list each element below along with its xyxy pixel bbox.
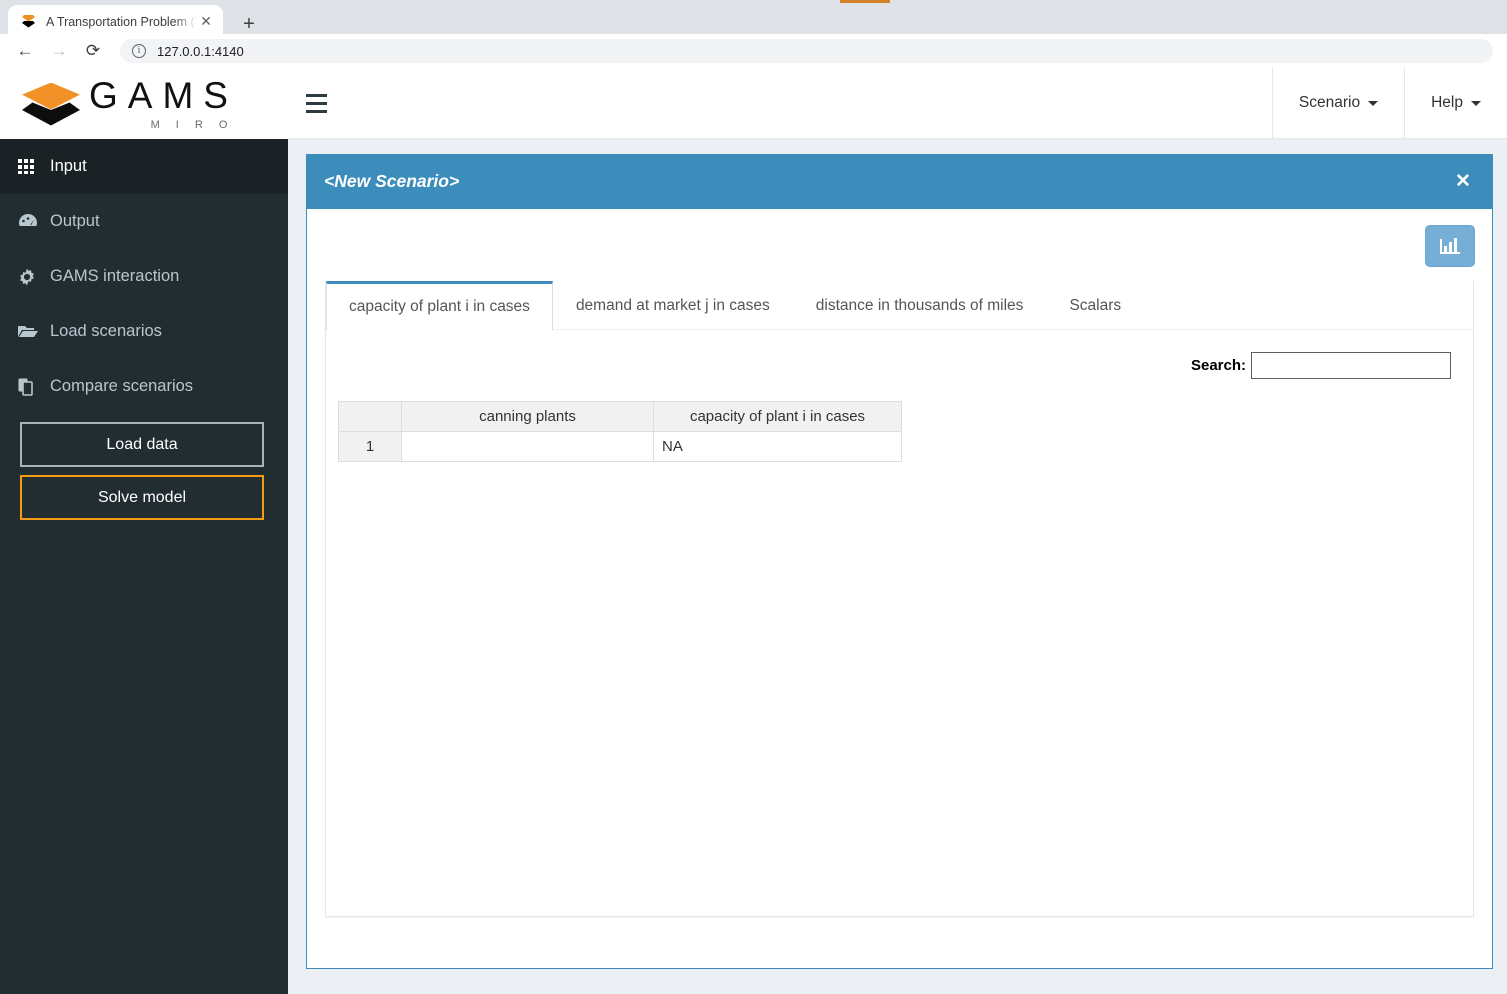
tab-label: distance in thousands of miles	[815, 297, 1024, 314]
close-icon[interactable]: ✕	[1452, 170, 1474, 193]
sidebar-item-label: Output	[50, 212, 100, 230]
sidebar-item-label: Compare scenarios	[50, 377, 194, 395]
chevron-down-icon	[1368, 100, 1379, 106]
table-area: Search: canning plants capacity of plant…	[326, 330, 1473, 462]
solve-model-button[interactable]: Solve model	[20, 475, 264, 520]
logo-brand-text: GAMS	[89, 74, 238, 116]
top-orange-indicator	[840, 0, 890, 3]
sidebar-item-output[interactable]: Output	[0, 194, 288, 249]
grid-icon	[18, 158, 50, 175]
tab-label: Scalars	[1069, 297, 1122, 314]
scenario-panel-body: capacity of plant i in cases demand at m…	[307, 209, 1492, 917]
gear-icon	[18, 268, 50, 286]
cell-capacity[interactable]: NA	[653, 431, 902, 462]
menu-scenario[interactable]: Scenario	[1271, 67, 1404, 139]
tab-capacity-of-plant[interactable]: capacity of plant i in cases	[326, 281, 553, 330]
load-data-button[interactable]: Load data	[20, 422, 264, 467]
browser-tab-title: A Transportation Problem (TRNSP	[46, 14, 197, 29]
address-bar-url: 127.0.0.1:4140	[157, 43, 244, 59]
table-header-row: canning plants capacity of plant i in ca…	[338, 401, 902, 432]
top-nav-bar: Scenario Help	[288, 67, 1507, 139]
tab-label: capacity of plant i in cases	[349, 298, 530, 315]
table-row[interactable]: 1 NA	[338, 431, 902, 462]
scenario-panel-header: <New Scenario> ✕	[307, 154, 1492, 209]
menu-help-label: Help	[1431, 94, 1463, 111]
gams-favicon-icon	[20, 14, 38, 30]
search-label: Search:	[1190, 357, 1246, 374]
browser-nav-bar: ← → ⟳ i 127.0.0.1:4140	[0, 34, 1507, 68]
column-header-canning-plants[interactable]: canning plants	[401, 401, 654, 432]
tab-distance-in-miles[interactable]: distance in thousands of miles	[793, 281, 1047, 330]
tab-close-icon[interactable]: ✕	[197, 13, 215, 31]
main-content: <New Scenario> ✕ capacity of plant i in …	[288, 139, 1507, 994]
miro-application: GAMS M I R O Scenario Help Input Output …	[0, 67, 1507, 994]
column-header-index[interactable]	[338, 401, 402, 432]
address-bar[interactable]: i 127.0.0.1:4140	[120, 39, 1493, 63]
bar-chart-icon	[1439, 236, 1461, 256]
tab-label: demand at market j in cases	[575, 297, 770, 314]
sidebar-item-load-scenarios[interactable]: Load scenarios	[0, 304, 288, 359]
reload-icon[interactable]: ⟳	[78, 36, 108, 66]
brand-logo[interactable]: GAMS M I R O	[0, 68, 288, 139]
gams-diamond-logo-icon	[22, 80, 80, 128]
load-data-label: Load data	[106, 435, 178, 453]
logo-sub-text: M I R O	[150, 118, 234, 131]
data-table: canning plants capacity of plant i in ca…	[338, 401, 902, 462]
tab-scalars[interactable]: Scalars	[1046, 281, 1144, 330]
menu-help[interactable]: Help	[1404, 67, 1507, 139]
sidebar-item-label: Load scenarios	[50, 322, 162, 340]
sidebar-item-label: Input	[50, 157, 87, 175]
site-info-icon[interactable]: i	[132, 44, 146, 58]
search-row: Search:	[338, 352, 1453, 379]
menu-scenario-label: Scenario	[1298, 94, 1361, 111]
copy-icon	[18, 378, 50, 396]
hamburger-menu-icon[interactable]	[288, 68, 344, 139]
scenario-title: <New Scenario>	[324, 171, 460, 191]
folder-icon	[18, 324, 50, 339]
app-header: GAMS M I R O Scenario Help	[0, 67, 1507, 139]
sidebar: Input Output GAMS interaction Load scena…	[0, 139, 288, 994]
chart-view-toggle-button[interactable]	[1425, 225, 1475, 267]
forward-icon[interactable]: →	[44, 36, 74, 66]
browser-tab-strip: A Transportation Problem (TRNSP ✕ +	[0, 4, 1507, 38]
scenario-panel: <New Scenario> ✕ capacity of plant i in …	[306, 154, 1493, 969]
back-icon[interactable]: ←	[10, 36, 40, 66]
sidebar-item-gams-interaction[interactable]: GAMS interaction	[0, 249, 288, 304]
chevron-down-icon	[1471, 100, 1481, 106]
tab-bar: capacity of plant i in cases demand at m…	[326, 281, 1473, 330]
row-index: 1	[338, 431, 402, 462]
gauge-icon	[18, 213, 50, 231]
sidebar-item-label: GAMS interaction	[50, 267, 180, 285]
solve-model-label: Solve model	[97, 488, 187, 506]
cell-canning-plant[interactable]	[401, 431, 654, 462]
sidebar-item-input[interactable]: Input	[0, 139, 288, 194]
data-tabs-card: capacity of plant i in cases demand at m…	[325, 281, 1474, 917]
search-input[interactable]	[1251, 352, 1451, 379]
sidebar-item-compare-scenarios[interactable]: Compare scenarios	[0, 359, 288, 414]
browser-chrome: A Transportation Problem (TRNSP ✕ + ← → …	[0, 0, 1507, 68]
column-header-capacity[interactable]: capacity of plant i in cases	[653, 401, 902, 432]
tab-demand-at-market[interactable]: demand at market j in cases	[553, 281, 793, 330]
